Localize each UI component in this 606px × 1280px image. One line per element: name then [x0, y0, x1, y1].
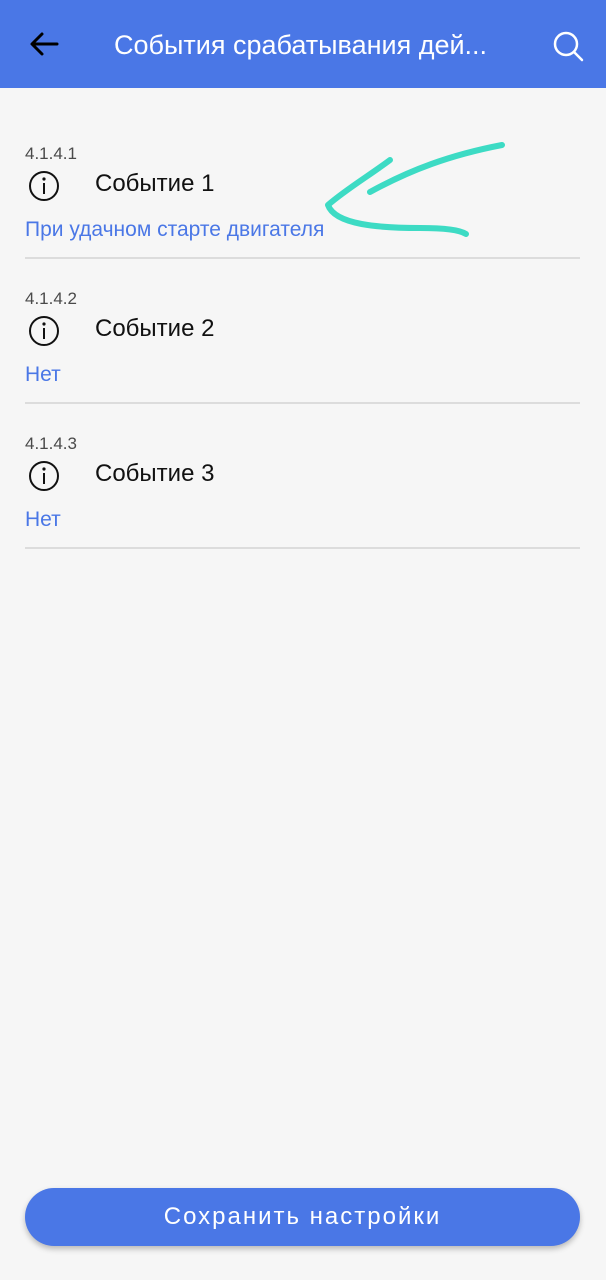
- info-icon[interactable]: [28, 170, 60, 202]
- list-item[interactable]: 4.1.4.1 Событие 1 При удачном старте дви…: [25, 114, 580, 259]
- back-button[interactable]: [24, 24, 64, 64]
- event-name: Событие 2: [95, 315, 215, 342]
- save-settings-button[interactable]: Сохранить настройки: [25, 1188, 580, 1246]
- event-name: Событие 1: [95, 170, 215, 197]
- event-code: 4.1.4.2: [25, 289, 77, 308]
- arrow-left-icon: [30, 32, 59, 56]
- page-title: События срабатывания дей...: [114, 30, 488, 60]
- info-icon[interactable]: [28, 460, 60, 492]
- event-value: Нет: [25, 363, 61, 386]
- list-item[interactable]: 4.1.4.3 Событие 3 Нет: [25, 404, 580, 549]
- search-button[interactable]: [548, 26, 588, 66]
- event-code: 4.1.4.3: [25, 434, 77, 453]
- event-value: Нет: [25, 508, 61, 531]
- event-name: Событие 3: [95, 460, 215, 487]
- event-code: 4.1.4.1: [25, 144, 77, 163]
- app-bar: События срабатывания дей...: [0, 0, 606, 88]
- info-icon[interactable]: [28, 315, 60, 347]
- search-icon: [553, 31, 584, 62]
- list-item[interactable]: 4.1.4.2 Событие 2 Нет: [25, 259, 580, 404]
- event-value: При удачном старте двигателя: [25, 218, 325, 241]
